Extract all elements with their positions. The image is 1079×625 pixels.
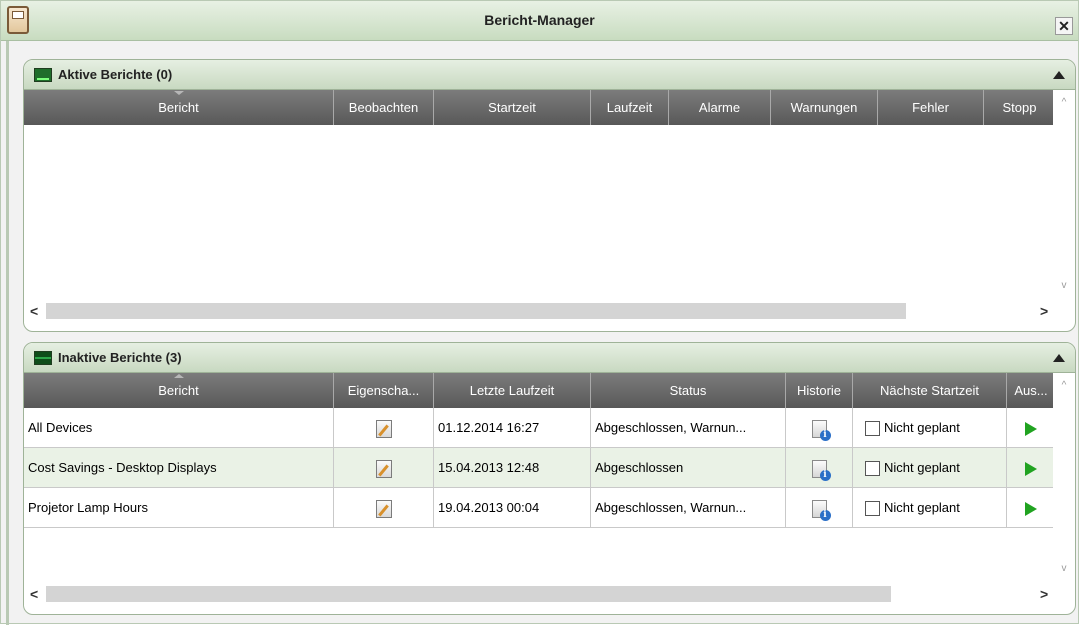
left-border: [6, 41, 9, 625]
window-title: Bericht-Manager: [484, 12, 595, 28]
column-header-beobachten[interactable]: Beobachten: [334, 90, 434, 125]
column-header-naechste-startzeit[interactable]: Nächste Startzeit: [853, 373, 1007, 408]
last-run-time: 01.12.2014 16:27: [434, 408, 591, 448]
schedule-checkbox[interactable]: [865, 421, 880, 437]
collapse-arrow-icon[interactable]: [1053, 354, 1065, 362]
active-vertical-scrollbar[interactable]: ^ v: [1053, 90, 1075, 299]
run-cell[interactable]: [1007, 408, 1055, 448]
column-header-laufzeit[interactable]: Laufzeit: [591, 90, 669, 125]
play-icon[interactable]: [1025, 461, 1037, 476]
table-row[interactable]: Cost Savings - Desktop Displays 15.04.20…: [24, 448, 1055, 488]
scroll-down-icon[interactable]: v: [1059, 564, 1069, 574]
edit-properties-icon[interactable]: [375, 499, 392, 518]
sort-indicator-icon: [173, 91, 184, 95]
column-label: Bericht: [158, 383, 199, 398]
inactive-vertical-scrollbar[interactable]: ^ v: [1053, 373, 1075, 582]
scroll-left-icon[interactable]: <: [30, 303, 38, 319]
column-header-warnungen[interactable]: Warnungen: [771, 90, 878, 125]
active-horizontal-scrollbar[interactable]: < >: [24, 299, 1055, 323]
column-header-letzte-laufzeit[interactable]: Letzte Laufzeit: [434, 373, 591, 408]
next-start-label: Nicht geplant: [884, 460, 960, 475]
column-header-fehler[interactable]: Fehler: [878, 90, 984, 125]
next-start-label: Nicht geplant: [884, 420, 960, 435]
inactive-reports-group: Inaktive Berichte (3) Bericht Eigenscha.…: [23, 342, 1076, 615]
active-reports-header[interactable]: Aktive Berichte (0): [24, 60, 1075, 90]
report-name: Projetor Lamp Hours: [24, 488, 334, 528]
scroll-right-icon[interactable]: >: [1040, 586, 1048, 602]
inactive-horizontal-scrollbar[interactable]: < >: [24, 582, 1055, 606]
inactive-reports-column-header: Bericht Eigenscha... Letzte Laufzeit Sta…: [24, 373, 1055, 408]
play-icon[interactable]: [1025, 421, 1037, 436]
status-text: Abgeschlossen, Warnun...: [591, 408, 786, 448]
scroll-up-icon[interactable]: ^: [1059, 98, 1069, 108]
scroll-thumb[interactable]: [46, 303, 906, 319]
play-icon[interactable]: [1025, 501, 1037, 516]
history-info-icon[interactable]: [811, 499, 831, 521]
history-cell[interactable]: [786, 408, 853, 448]
next-start-cell[interactable]: Nicht geplant: [853, 448, 1007, 488]
history-info-icon[interactable]: [811, 459, 831, 481]
column-header-startzeit[interactable]: Startzeit: [434, 90, 591, 125]
next-start-label: Nicht geplant: [884, 500, 960, 515]
active-reports-group: Aktive Berichte (0) Bericht Beobachten S…: [23, 59, 1076, 332]
inactive-reports-header[interactable]: Inaktive Berichte (3): [24, 343, 1075, 373]
schedule-checkbox[interactable]: [865, 461, 880, 477]
scroll-up-icon[interactable]: ^: [1059, 381, 1069, 391]
column-header-bericht[interactable]: Bericht: [24, 90, 334, 125]
report-name: All Devices: [24, 408, 334, 448]
run-cell[interactable]: [1007, 488, 1055, 528]
scroll-down-icon[interactable]: v: [1059, 281, 1069, 291]
activity-monitor-icon: [34, 68, 52, 82]
properties-cell[interactable]: [334, 488, 434, 528]
column-header-status[interactable]: Status: [591, 373, 786, 408]
inactive-reports-title: Inaktive Berichte (3): [58, 350, 182, 365]
inactive-monitor-icon: [34, 351, 52, 365]
status-text: Abgeschlossen: [591, 448, 786, 488]
table-row[interactable]: All Devices 01.12.2014 16:27 Abgeschloss…: [24, 408, 1055, 448]
run-cell[interactable]: [1007, 448, 1055, 488]
column-header-ausfuehren[interactable]: Aus...: [1007, 373, 1055, 408]
last-run-time: 15.04.2013 12:48: [434, 448, 591, 488]
properties-cell[interactable]: [334, 448, 434, 488]
active-reports-title: Aktive Berichte (0): [58, 67, 173, 82]
next-start-cell[interactable]: Nicht geplant: [853, 408, 1007, 448]
column-label: Bericht: [158, 100, 199, 115]
edit-properties-icon[interactable]: [375, 419, 392, 438]
last-run-time: 19.04.2013 00:04: [434, 488, 591, 528]
history-cell[interactable]: [786, 488, 853, 528]
column-header-alarme[interactable]: Alarme: [669, 90, 771, 125]
close-button[interactable]: ✕: [1055, 17, 1073, 35]
scroll-left-icon[interactable]: <: [30, 586, 38, 602]
history-cell[interactable]: [786, 448, 853, 488]
properties-cell[interactable]: [334, 408, 434, 448]
collapse-arrow-icon[interactable]: [1053, 71, 1065, 79]
scroll-right-icon[interactable]: >: [1040, 303, 1048, 319]
report-manager-window: Bericht-Manager ✕ Aktive Berichte (0) Be…: [0, 0, 1079, 625]
history-info-icon[interactable]: [811, 419, 831, 441]
active-reports-column-header: Bericht Beobachten Startzeit Laufzeit Al…: [24, 90, 1055, 125]
title-bar: Bericht-Manager ✕: [1, 1, 1078, 41]
sort-indicator-icon: [173, 374, 184, 378]
column-header-historie[interactable]: Historie: [786, 373, 853, 408]
scroll-thumb[interactable]: [46, 586, 891, 602]
next-start-cell[interactable]: Nicht geplant: [853, 488, 1007, 528]
column-header-eigenschaften[interactable]: Eigenscha...: [334, 373, 434, 408]
status-text: Abgeschlossen, Warnun...: [591, 488, 786, 528]
schedule-checkbox[interactable]: [865, 501, 880, 517]
report-name: Cost Savings - Desktop Displays: [24, 448, 334, 488]
column-header-bericht[interactable]: Bericht: [24, 373, 334, 408]
column-header-stopp[interactable]: Stopp: [984, 90, 1055, 125]
table-row[interactable]: Projetor Lamp Hours 19.04.2013 00:04 Abg…: [24, 488, 1055, 528]
edit-properties-icon[interactable]: [375, 459, 392, 478]
